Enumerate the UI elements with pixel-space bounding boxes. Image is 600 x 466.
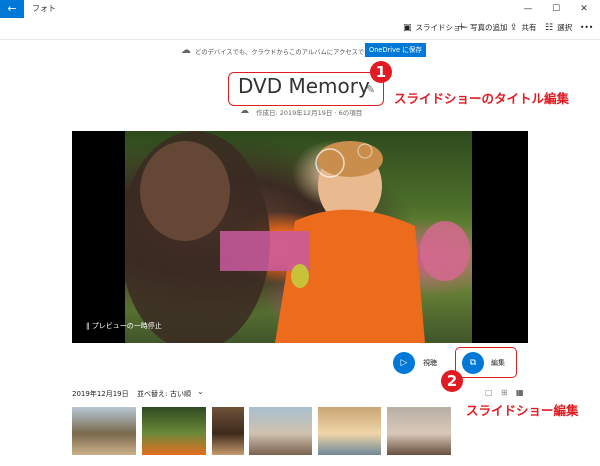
select-icon: ☷ (545, 23, 554, 33)
more-button[interactable]: ••• (580, 18, 593, 38)
arrow-left-icon: ← (7, 2, 17, 15)
meta-separator: · (334, 109, 337, 117)
album-meta: 作成日: 2019年12月19日 · 6の項目 (256, 107, 362, 117)
pause-preview-label: プレビューの一時停止 (91, 322, 162, 330)
thumbnail-6[interactable] (387, 407, 451, 455)
thumbnail-2[interactable] (142, 407, 206, 455)
thumbnail-4[interactable] (249, 407, 312, 455)
close-button[interactable]: ✕ (570, 0, 598, 18)
more-icon: ••• (580, 23, 594, 32)
select-label: 選択 (557, 23, 573, 32)
annotation-badge-1: 1 (370, 61, 392, 83)
small-tiles-icon[interactable]: ▦ (516, 388, 524, 397)
watch-button[interactable]: ▷ (393, 352, 415, 374)
pencil-icon[interactable]: ✎ (366, 83, 375, 96)
watch-label[interactable]: 視聴 (423, 358, 437, 368)
share-button[interactable]: ⇪ 共有 (510, 18, 537, 38)
edit-label[interactable]: 編集 (491, 358, 505, 368)
app-title: フォト (32, 4, 56, 13)
share-icon: ⇪ (510, 23, 518, 33)
add-photos-label: 写真の追加 (470, 23, 508, 32)
plus-icon: ＋ (457, 23, 467, 33)
sort-dropdown[interactable]: 古い順 (170, 389, 191, 399)
edit-button[interactable]: ⧉ (462, 352, 484, 374)
save-to-onedrive-button[interactable]: OneDrive に保存 (365, 43, 426, 57)
preview-scene (125, 131, 470, 343)
slideshow-icon: ▣ (403, 23, 412, 33)
pause-icon: ‖ (86, 322, 90, 330)
sort-label: 並べ替え: (137, 390, 168, 398)
back-button[interactable]: ← (0, 0, 24, 18)
cloud-icon: ☁ (181, 45, 191, 56)
large-tiles-icon[interactable]: □ (485, 388, 493, 397)
chevron-down-icon[interactable]: ⌄ (197, 387, 204, 396)
cloud-sync-icon: ☁ (240, 106, 249, 116)
annotation-label-title-edit: スライドショーのタイトル編集 (394, 91, 570, 106)
play-icon: ▷ (400, 358, 408, 368)
group-date-header: 2019年12月19日 (72, 390, 129, 398)
preview-image (125, 131, 472, 343)
pause-preview-button[interactable]: ‖ プレビューの一時停止 (86, 321, 162, 331)
thumbnail-5[interactable] (318, 407, 381, 455)
annotation-badge-2: 2 (441, 370, 463, 392)
onedrive-message: どのデバイスでも、クラウドからこのアルバムにアクセスできます。 (195, 49, 389, 56)
minimize-button[interactable]: — (514, 0, 542, 18)
album-title[interactable]: DVD Memory (238, 74, 370, 98)
toolbar-divider (0, 39, 600, 40)
edit-slideshow-icon: ⧉ (469, 358, 477, 368)
thumbnail-1[interactable] (72, 407, 136, 455)
medium-tiles-icon[interactable]: ⊞ (501, 388, 508, 397)
created-date: 作成日: 2019年12月19日 (256, 109, 333, 117)
maximize-button[interactable]: ☐ (542, 0, 570, 18)
item-count: 6の項目 (338, 109, 363, 117)
add-photos-button[interactable]: ＋ 写真の追加 (457, 18, 508, 38)
title-bar (0, 0, 600, 18)
select-button[interactable]: ☷ 選択 (545, 18, 572, 38)
thumbnail-3[interactable] (212, 407, 244, 455)
share-label: 共有 (521, 23, 537, 32)
